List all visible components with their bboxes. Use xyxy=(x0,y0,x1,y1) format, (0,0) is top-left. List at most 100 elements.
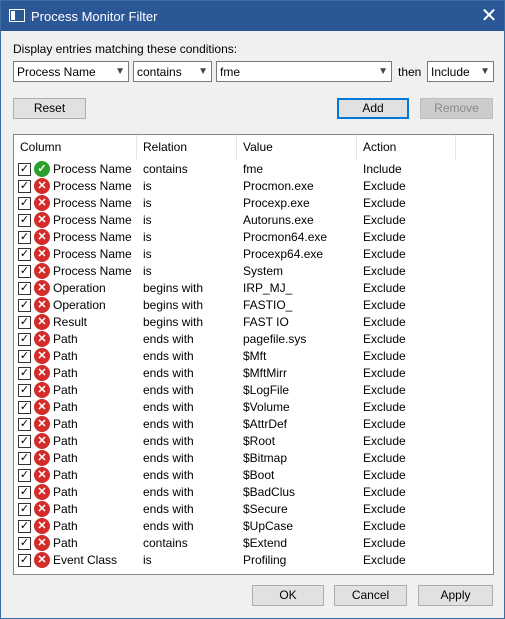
filter-row[interactable]: ✓ ✕ Path ends with $LogFile Exclude xyxy=(14,382,493,399)
row-column: Path xyxy=(53,485,78,499)
x-icon: ✕ xyxy=(34,331,50,347)
column-select[interactable]: Process Name ▼ xyxy=(13,61,129,82)
enabled-checkbox[interactable]: ✓ xyxy=(18,163,31,176)
filter-row[interactable]: ✓ ✕ Process Name is Autoruns.exe Exclude xyxy=(14,212,493,229)
filter-row[interactable]: ✓ ✕ Process Name is Procmon.exe Exclude xyxy=(14,178,493,195)
enabled-checkbox[interactable]: ✓ xyxy=(18,452,31,465)
enabled-checkbox[interactable]: ✓ xyxy=(18,316,31,329)
relation-select[interactable]: contains ▼ xyxy=(133,61,212,82)
filter-row[interactable]: ✓ ✕ Process Name is Procexp.exe Exclude xyxy=(14,195,493,212)
row-column: Path xyxy=(53,468,78,482)
filter-row[interactable]: ✓ ✕ Path ends with $AttrDef Exclude xyxy=(14,416,493,433)
row-column: Path xyxy=(53,417,78,431)
filter-row[interactable]: ✓ ✕ Event Class is Profiling Exclude xyxy=(14,552,493,569)
x-icon: ✕ xyxy=(34,433,50,449)
remove-button[interactable]: Remove xyxy=(420,98,493,119)
column-header-value[interactable]: Value xyxy=(237,135,357,160)
filter-row[interactable]: ✓ ✕ Path ends with $Boot Exclude xyxy=(14,467,493,484)
action-select[interactable]: Include ▼ xyxy=(427,61,494,82)
close-icon[interactable]: ✕ xyxy=(474,1,504,31)
enabled-checkbox[interactable]: ✓ xyxy=(18,197,31,210)
filter-row[interactable]: ✓ ✕ Operation begins with FASTIO_ Exclude xyxy=(14,297,493,314)
enabled-checkbox[interactable]: ✓ xyxy=(18,520,31,533)
filter-row[interactable]: ✓ ✕ Path ends with $Mft Exclude xyxy=(14,348,493,365)
row-column: Result xyxy=(53,315,88,329)
filter-row[interactable]: ✓ ✕ Operation begins with IRP_MJ_ Exclude xyxy=(14,280,493,297)
row-relation: ends with xyxy=(143,383,194,397)
value-combo[interactable]: fme ▼ xyxy=(216,61,392,82)
row-relation: begins with xyxy=(143,281,204,295)
ok-button[interactable]: OK xyxy=(252,585,324,606)
filter-row[interactable]: ✓ ✕ Path ends with $Root Exclude xyxy=(14,433,493,450)
row-value: $AttrDef xyxy=(243,417,288,431)
filter-row[interactable]: ✓ ✕ Path ends with $BadClus Exclude xyxy=(14,484,493,501)
enabled-checkbox[interactable]: ✓ xyxy=(18,418,31,431)
cancel-button[interactable]: Cancel xyxy=(334,585,407,606)
x-icon: ✕ xyxy=(34,178,50,194)
enabled-checkbox[interactable]: ✓ xyxy=(18,299,31,312)
reset-button[interactable]: Reset xyxy=(13,98,86,119)
enabled-checkbox[interactable]: ✓ xyxy=(18,537,31,550)
apply-button[interactable]: Apply xyxy=(418,585,493,606)
filter-row[interactable]: ✓ ✕ Path ends with $Secure Exclude xyxy=(14,501,493,518)
enabled-checkbox[interactable]: ✓ xyxy=(18,231,31,244)
chevron-down-icon: ▼ xyxy=(480,66,490,77)
row-action: Exclude xyxy=(363,349,406,363)
filter-row[interactable]: ✓ ✕ Path ends with $Bitmap Exclude xyxy=(14,450,493,467)
row-action: Exclude xyxy=(363,230,406,244)
row-relation: ends with xyxy=(143,434,194,448)
row-column: Path xyxy=(53,519,78,533)
row-action: Exclude xyxy=(363,383,406,397)
column-header-action[interactable]: Action xyxy=(357,135,456,160)
row-value: Procexp64.exe xyxy=(243,247,324,261)
row-action: Exclude xyxy=(363,400,406,414)
add-button[interactable]: Add xyxy=(337,98,409,119)
row-column: Event Class xyxy=(53,553,118,567)
filter-row[interactable]: ✓ ✕ Process Name is Procmon64.exe Exclude xyxy=(14,229,493,246)
row-column: Process Name xyxy=(53,179,132,193)
enabled-checkbox[interactable]: ✓ xyxy=(18,554,31,567)
row-action: Exclude xyxy=(363,417,406,431)
enabled-checkbox[interactable]: ✓ xyxy=(18,214,31,227)
column-header-column[interactable]: Column xyxy=(14,135,137,160)
enabled-checkbox[interactable]: ✓ xyxy=(18,350,31,363)
filter-row[interactable]: ✓ ✕ Result begins with FAST IO Exclude xyxy=(14,314,493,331)
row-action: Exclude xyxy=(363,332,406,346)
title-bar[interactable]: Process Monitor Filter ✕ xyxy=(1,1,504,31)
enabled-checkbox[interactable]: ✓ xyxy=(18,469,31,482)
enabled-checkbox[interactable]: ✓ xyxy=(18,282,31,295)
enabled-checkbox[interactable]: ✓ xyxy=(18,435,31,448)
enabled-checkbox[interactable]: ✓ xyxy=(18,384,31,397)
chevron-down-icon[interactable]: ▼ xyxy=(378,66,388,77)
value-input[interactable]: fme xyxy=(220,65,240,79)
row-relation: ends with xyxy=(143,417,194,431)
row-relation: begins with xyxy=(143,315,204,329)
row-value: Procmon64.exe xyxy=(243,230,328,244)
enabled-checkbox[interactable]: ✓ xyxy=(18,333,31,346)
row-value: $Boot xyxy=(243,468,275,482)
enabled-checkbox[interactable]: ✓ xyxy=(18,486,31,499)
filter-row[interactable]: ✓ ✕ Process Name is Procexp64.exe Exclude xyxy=(14,246,493,263)
filter-row[interactable]: ✓ ✕ Path ends with $UpCase Exclude xyxy=(14,518,493,535)
enabled-checkbox[interactable]: ✓ xyxy=(18,180,31,193)
row-column: Path xyxy=(53,332,78,346)
filter-row[interactable]: ✓ ✕ Path contains $Extend Exclude xyxy=(14,535,493,552)
row-relation: ends with xyxy=(143,519,194,533)
enabled-checkbox[interactable]: ✓ xyxy=(18,248,31,261)
row-action: Exclude xyxy=(363,247,406,261)
enabled-checkbox[interactable]: ✓ xyxy=(18,503,31,516)
filter-row[interactable]: ✓ ✕ Process Name is System Exclude xyxy=(14,263,493,280)
enabled-checkbox[interactable]: ✓ xyxy=(18,367,31,380)
chevron-down-icon: ▼ xyxy=(198,66,208,77)
filter-row[interactable]: ✓ ✕ Path ends with pagefile.sys Exclude xyxy=(14,331,493,348)
enabled-checkbox[interactable]: ✓ xyxy=(18,401,31,414)
row-relation: ends with xyxy=(143,502,194,516)
column-header-relation[interactable]: Relation xyxy=(137,135,237,160)
filter-list[interactable]: Column Relation Value Action ✓ ✓ Process N… xyxy=(13,134,494,575)
filter-row[interactable]: ✓ ✓ Process Name contains fme Include xyxy=(14,161,493,178)
filter-rows: ✓ ✓ Process Name contains fme Include ✓ ✕ Proces… xyxy=(14,161,493,569)
row-value: FAST IO xyxy=(243,315,289,329)
filter-row[interactable]: ✓ ✕ Path ends with $Volume Exclude xyxy=(14,399,493,416)
enabled-checkbox[interactable]: ✓ xyxy=(18,265,31,278)
filter-row[interactable]: ✓ ✕ Path ends with $MftMirr Exclude xyxy=(14,365,493,382)
